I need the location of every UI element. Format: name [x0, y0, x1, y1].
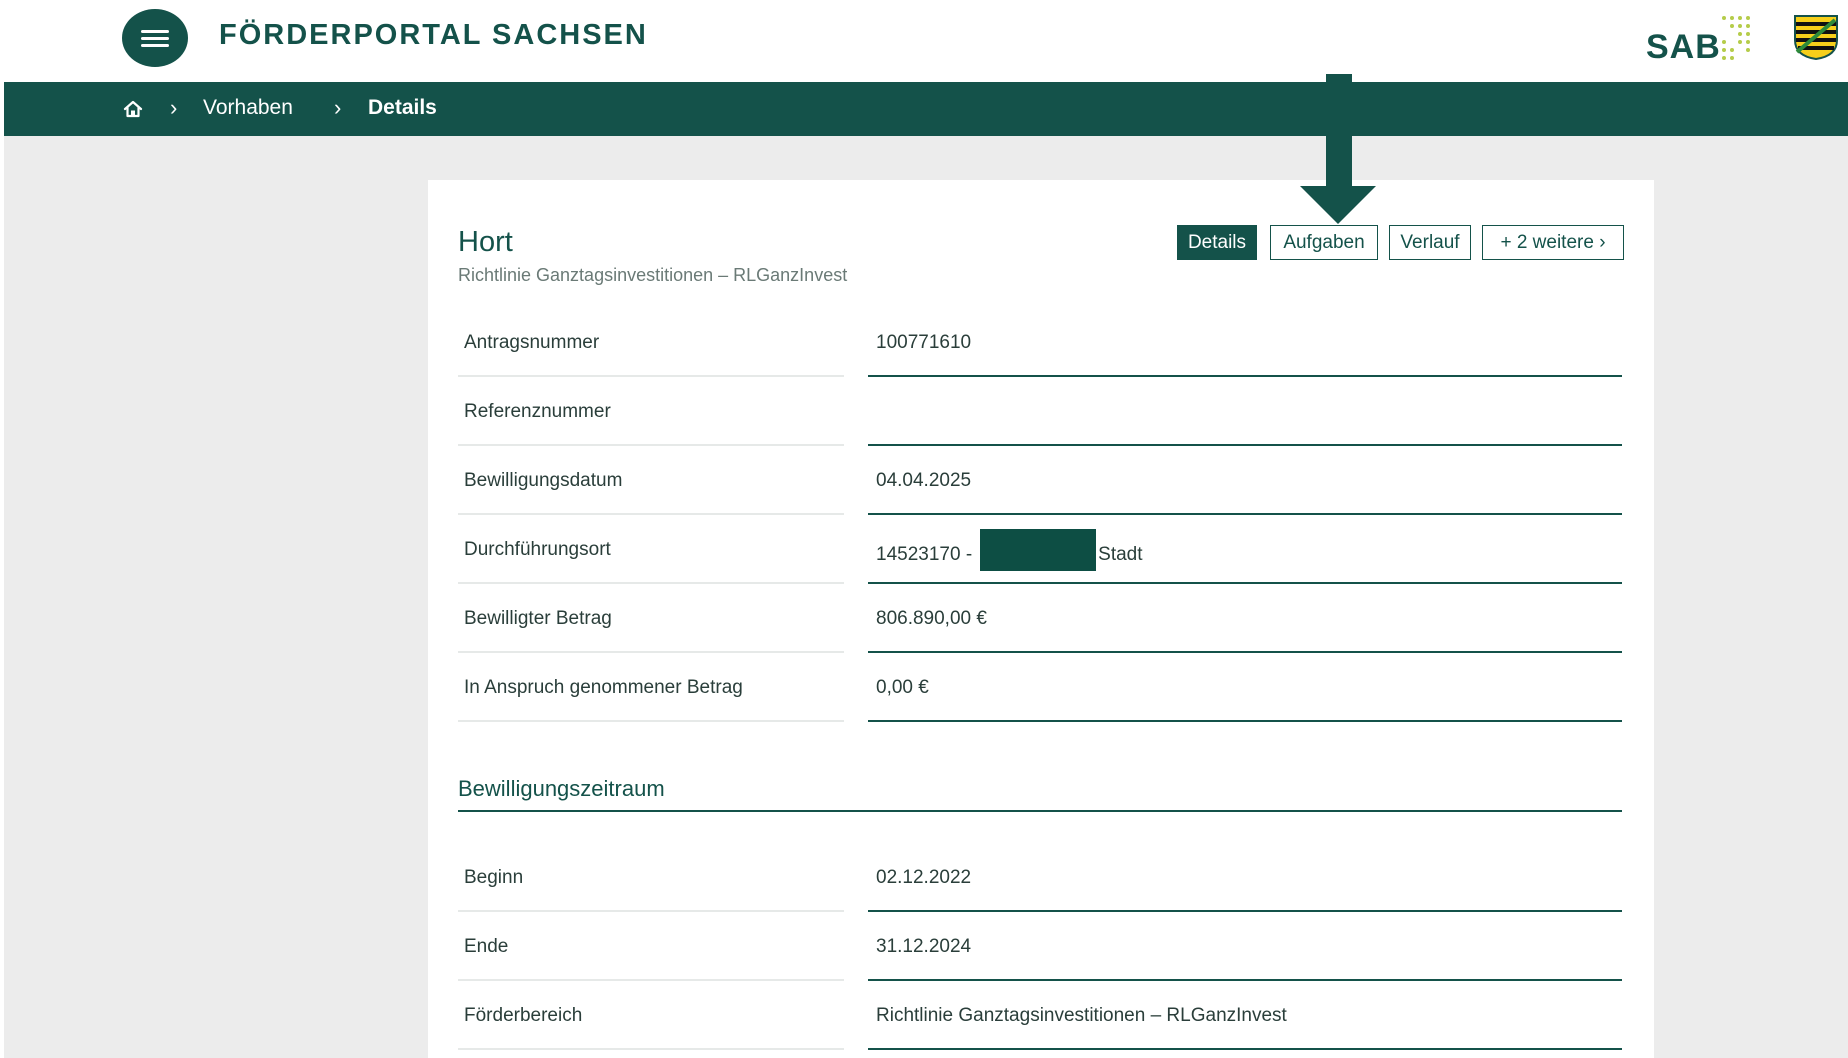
- detail-value: 100771610: [876, 332, 972, 353]
- coat-of-arms-icon: [1794, 15, 1838, 60]
- breadcrumb-vorhaben[interactable]: Vorhaben: [203, 96, 293, 120]
- detail-row-referenznummer: Referenznummer: [458, 377, 1622, 446]
- detail-value: 31.12.2024: [876, 936, 972, 957]
- detail-label: In Anspruch genommener Betrag: [464, 677, 743, 698]
- detail-value: 14523170 - Stadt: [876, 529, 1143, 571]
- detail-label: Durchführungsort: [464, 539, 611, 560]
- detail-label: Beginn: [464, 867, 524, 888]
- detail-label: Ende: [464, 936, 509, 957]
- detail-value: 0,00 €: [876, 677, 929, 698]
- detail-row-foerderbereich: Förderbereich Richtlinie Ganztagsinvesti…: [458, 981, 1622, 1050]
- menu-button[interactable]: [122, 9, 188, 67]
- detail-row-ende: Ende 31.12.2024: [458, 912, 1622, 981]
- tab-more[interactable]: + 2 weitere ›: [1482, 225, 1624, 260]
- section-title: Bewilligungszeitraum: [458, 776, 665, 801]
- page-subtitle: Richtlinie Ganztagsinvestitionen – RLGan…: [458, 265, 848, 285]
- detail-row-in-anspruch: In Anspruch genommener Betrag 0,00 €: [458, 653, 1622, 722]
- detail-label: Antragsnummer: [464, 332, 600, 353]
- detail-label: Bewilligungsdatum: [464, 470, 623, 491]
- breadcrumb-separator: ›: [334, 95, 342, 120]
- detail-row-bewilligungsdatum: Bewilligungsdatum 04.04.2025: [458, 446, 1622, 515]
- detail-value: 04.04.2025: [876, 470, 972, 491]
- menu-icon: [141, 30, 169, 33]
- tab-verlauf[interactable]: Verlauf: [1389, 225, 1471, 260]
- detail-label: Förderbereich: [464, 1005, 583, 1026]
- detail-label: Bewilligter Betrag: [464, 608, 612, 629]
- detail-label: Referenznummer: [464, 401, 611, 422]
- detail-row-antragsnummer: Antragsnummer 100771610: [458, 308, 1622, 377]
- tab-details[interactable]: Details: [1177, 225, 1257, 260]
- portal-title[interactable]: FÖRDERPORTAL SACHSEN: [219, 19, 648, 52]
- home-icon[interactable]: [122, 98, 144, 120]
- detail-value: 02.12.2022: [876, 867, 972, 888]
- sab-logo[interactable]: SAB: [1646, 14, 1756, 66]
- arrow-down-icon: [1300, 74, 1376, 224]
- header: FÖRDERPORTAL SACHSEN SAB: [0, 0, 1848, 82]
- details-card: Hort Richtlinie Ganztagsinvestitionen – …: [428, 180, 1654, 1058]
- tab-aufgaben[interactable]: Aufgaben: [1270, 225, 1378, 260]
- detail-row-bewilligter-betrag: Bewilligter Betrag 806.890,00 €: [458, 584, 1622, 653]
- breadcrumb-separator: ›: [170, 95, 178, 120]
- sab-logo-text: SAB: [1646, 28, 1721, 66]
- page-title: Hort: [458, 226, 513, 258]
- detail-row-durchfuehrungsort: Durchführungsort 14523170 - Stadt: [458, 515, 1622, 584]
- dots-icon: [1722, 16, 1750, 60]
- section-divider: [458, 810, 1622, 812]
- detail-row-beginn: Beginn 02.12.2022: [458, 843, 1622, 912]
- detail-value: Richtlinie Ganztagsinvestitionen – RLGan…: [876, 1005, 1287, 1026]
- redaction-block: [980, 529, 1097, 571]
- breadcrumb-details: Details: [368, 96, 437, 119]
- detail-value: 806.890,00 €: [876, 608, 987, 629]
- breadcrumb: › Vorhaben › Details: [4, 82, 1848, 136]
